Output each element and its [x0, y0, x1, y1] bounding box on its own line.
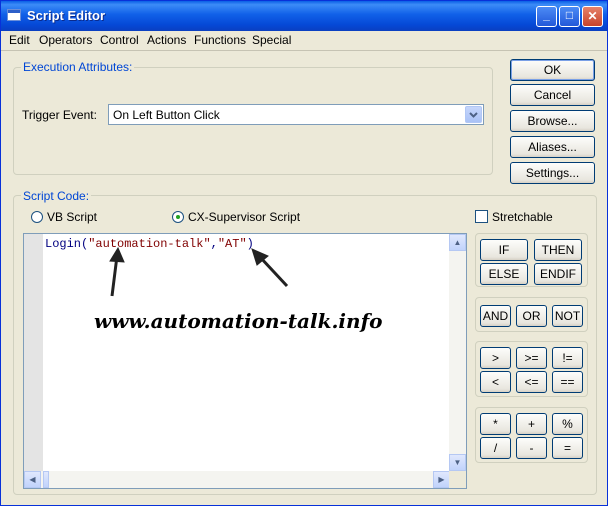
- less-equal-button[interactable]: <=: [516, 371, 547, 393]
- menu-bar: Edit Operators Control Actions Functions…: [1, 31, 607, 51]
- maximize-button[interactable]: □: [559, 6, 580, 27]
- chevron-down-icon: [469, 112, 478, 118]
- minus-button[interactable]: -: [516, 437, 547, 459]
- script-editor-window: Script Editor _ □ ✕ Edit Operators Contr…: [0, 0, 608, 506]
- vertical-scrollbar[interactable]: ▲ ▼: [449, 234, 466, 471]
- trigger-event-value: On Left Button Click: [113, 108, 220, 122]
- equal-equal-button[interactable]: ==: [552, 371, 583, 393]
- ok-button[interactable]: OK: [510, 59, 595, 81]
- trigger-event-label: Trigger Event:: [22, 108, 97, 122]
- not-equal-button[interactable]: !=: [552, 347, 583, 369]
- browse-button[interactable]: Browse...: [510, 110, 595, 132]
- window-icon: [7, 9, 21, 21]
- window-title: Script Editor: [27, 8, 106, 23]
- dropdown-arrow-button[interactable]: [465, 106, 482, 123]
- title-bar[interactable]: Script Editor _ □ ✕: [1, 1, 607, 31]
- else-button[interactable]: ELSE: [480, 263, 528, 285]
- greater-than-button[interactable]: >: [480, 347, 511, 369]
- vb-script-label: VB Script: [47, 210, 98, 224]
- minimize-button[interactable]: _: [536, 6, 557, 27]
- plus-button[interactable]: +: [516, 413, 547, 435]
- multiply-button[interactable]: *: [480, 413, 511, 435]
- scroll-down-button[interactable]: ▼: [449, 454, 466, 471]
- then-button[interactable]: THEN: [534, 239, 582, 261]
- arrow-icon-left: [109, 246, 125, 297]
- stretchable-label: Stretchable: [492, 210, 553, 224]
- execution-attributes-legend: Execution Attributes:: [21, 60, 135, 74]
- divide-button[interactable]: /: [480, 437, 511, 459]
- scroll-left-button[interactable]: ◀: [24, 471, 41, 488]
- assign-button[interactable]: =: [552, 437, 583, 459]
- trigger-event-select[interactable]: On Left Button Click: [108, 104, 484, 125]
- aliases-button[interactable]: Aliases...: [510, 136, 595, 158]
- less-than-button[interactable]: <: [480, 371, 511, 393]
- cx-supervisor-script-radio[interactable]: [172, 211, 184, 223]
- scroll-thumb[interactable]: [43, 471, 49, 488]
- if-button[interactable]: IF: [480, 239, 528, 261]
- maximize-icon: □: [565, 8, 574, 22]
- menu-edit[interactable]: Edit: [9, 33, 30, 47]
- close-button[interactable]: ✕: [582, 6, 603, 27]
- script-code-legend: Script Code:: [21, 189, 92, 203]
- scrollbar-corner: [449, 471, 466, 488]
- and-button[interactable]: AND: [480, 305, 511, 327]
- close-icon: ✕: [587, 9, 598, 23]
- script-code-editor[interactable]: Login("automation-talk","AT") www.automa…: [23, 233, 467, 489]
- stretchable-checkbox[interactable]: [475, 210, 488, 223]
- horizontal-scrollbar[interactable]: ◀ ▶: [24, 471, 450, 488]
- minimize-icon: _: [543, 8, 550, 22]
- or-button[interactable]: OR: [516, 305, 547, 327]
- menu-special[interactable]: Special: [252, 33, 291, 47]
- annotation-arrows: [109, 246, 289, 297]
- greater-equal-button[interactable]: >=: [516, 347, 547, 369]
- menu-functions[interactable]: Functions: [194, 33, 246, 47]
- scroll-up-button[interactable]: ▲: [449, 234, 466, 251]
- arrow-icon-right: [251, 248, 289, 288]
- cx-supervisor-script-label: CX-Supervisor Script: [188, 210, 301, 224]
- watermark-text: www.automation-talk.info: [94, 309, 383, 333]
- scroll-right-button[interactable]: ▶: [433, 471, 450, 488]
- modulo-button[interactable]: %: [552, 413, 583, 435]
- settings-button[interactable]: Settings...: [510, 162, 595, 184]
- vb-script-radio[interactable]: [31, 211, 43, 223]
- menu-control[interactable]: Control: [100, 33, 139, 47]
- cancel-button[interactable]: Cancel: [510, 84, 595, 106]
- not-button[interactable]: NOT: [552, 305, 583, 327]
- menu-actions[interactable]: Actions: [147, 33, 186, 47]
- endif-button[interactable]: ENDIF: [534, 263, 582, 285]
- menu-operators[interactable]: Operators: [39, 33, 92, 47]
